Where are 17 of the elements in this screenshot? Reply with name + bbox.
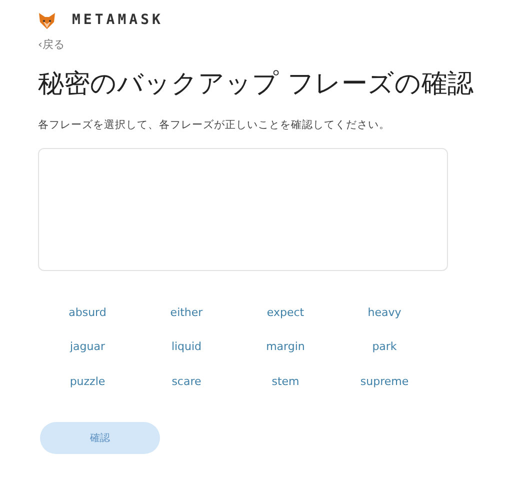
brand-name: METAMASK: [72, 11, 164, 30]
word-button[interactable]: absurd: [68, 302, 106, 324]
word-button[interactable]: margin: [266, 337, 305, 358]
word-button[interactable]: scare: [172, 372, 202, 392]
word-button[interactable]: heavy: [368, 302, 402, 324]
back-link[interactable]: ‹戻る: [38, 39, 64, 50]
word-button[interactable]: park: [372, 337, 397, 358]
word-button[interactable]: expect: [266, 302, 304, 324]
word-button[interactable]: jaguar: [70, 337, 105, 358]
fox-logo-icon: [38, 12, 56, 30]
word-button[interactable]: either: [170, 302, 203, 324]
word-button[interactable]: liquid: [171, 337, 202, 358]
page-title: 秘密のバックアップ フレーズの確認: [38, 69, 474, 100]
word-button[interactable]: puzzle: [70, 372, 106, 392]
instruction-text: 各フレーズを選択して、各フレーズが正しいことを確認してください。: [38, 118, 391, 134]
word-button[interactable]: stem: [272, 372, 300, 392]
word-button[interactable]: supreme: [360, 372, 409, 392]
